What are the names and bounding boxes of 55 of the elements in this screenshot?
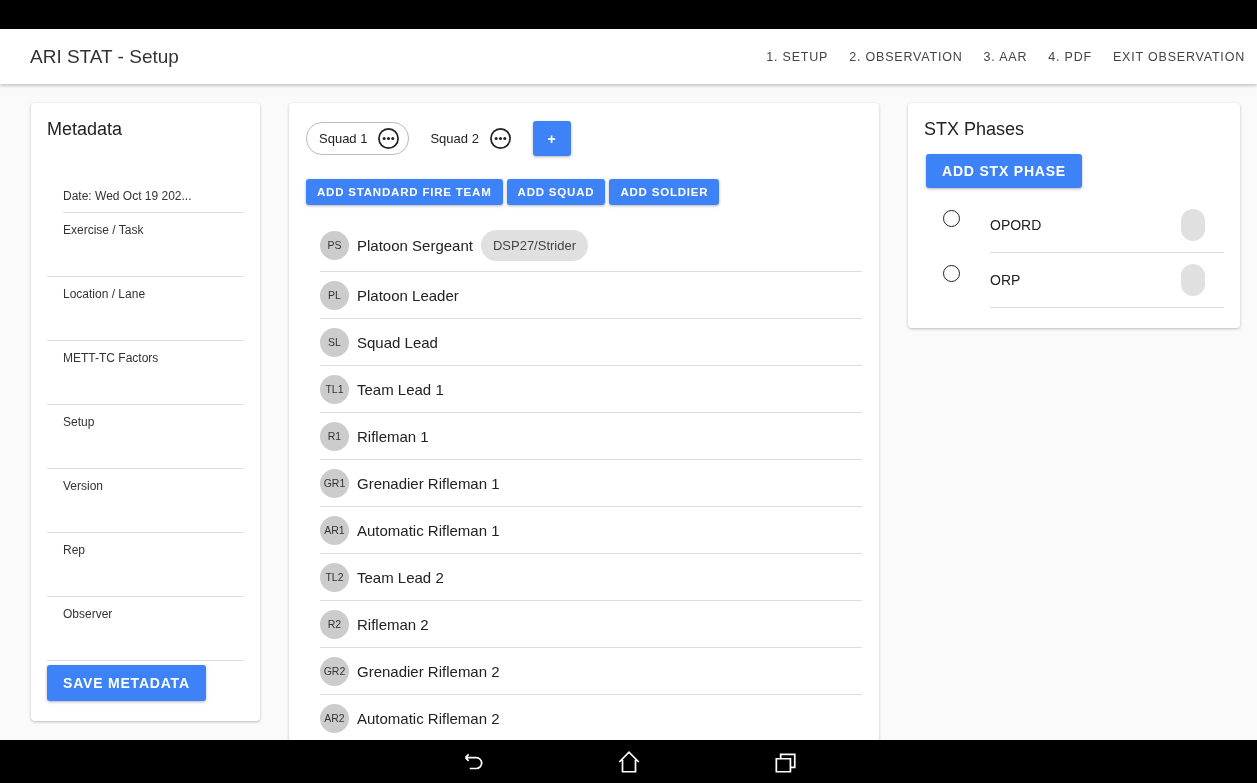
nav-link[interactable]: EXIT OBSERVATION: [1112, 49, 1245, 64]
soldier-name[interactable]: Team Lead 1: [357, 380, 444, 398]
text-field[interactable]: Setup: [47, 405, 244, 429]
nav-link[interactable]: 1. SETUP: [766, 49, 829, 64]
action-button[interactable]: ADD STANDARD FIRE TEAM: [306, 179, 503, 205]
initials-avatar: GR1: [320, 468, 349, 498]
soldier-name[interactable]: Automatic Rifleman 2: [357, 709, 500, 727]
action-button[interactable]: ADD SOLDIER: [609, 179, 720, 205]
tab-label: Squad 1: [319, 131, 368, 146]
nav-link[interactable]: 4. PDF: [1048, 49, 1092, 64]
equipment-chip: DSP27/Strider: [480, 229, 588, 261]
soldier-name[interactable]: Grenadier Rifleman 1: [357, 474, 500, 492]
nav-link[interactable]: 2. OBSERVATION: [849, 49, 963, 64]
text-field[interactable]: Location / Lane: [47, 277, 244, 301]
phase-name: OPORD: [990, 217, 1042, 233]
date-field[interactable]: Date: Wed Oct 19 202...: [63, 188, 244, 203]
soldier-name[interactable]: Team Lead 2: [357, 568, 444, 586]
add-phase-button[interactable]: ADD STX PHASE: [926, 154, 1082, 188]
save-button[interactable]: SAVE METADATA: [47, 665, 206, 701]
initials-avatar: TL1: [320, 374, 349, 404]
initials-avatar: AR2: [320, 703, 349, 733]
text-field[interactable]: Rep: [47, 533, 244, 557]
initials-avatar: AR1: [320, 515, 349, 545]
app-title: ARI STAT - Setup: [30, 45, 179, 68]
soldier-name[interactable]: Rifleman 1: [357, 427, 429, 445]
initials-avatar: R1: [320, 421, 349, 451]
squad-tab[interactable]: Squad 1: [306, 122, 410, 155]
tab-label: Squad 2: [430, 131, 479, 146]
nav-link[interactable]: 3. AAR: [983, 49, 1028, 64]
more-icon[interactable]: [488, 127, 512, 150]
toggle-switch[interactable]: [1181, 264, 1205, 296]
initials-avatar: GR2: [320, 656, 349, 686]
text-field[interactable]: Observer: [47, 597, 244, 621]
action-button[interactable]: ADD SQUAD: [506, 179, 606, 205]
initials-avatar: TL2: [320, 562, 349, 592]
soldier-name[interactable]: Automatic Rifleman 1: [357, 521, 500, 539]
soldier-name[interactable]: Squad Lead: [357, 333, 438, 351]
text-field[interactable]: METT-TC Factors: [47, 341, 244, 365]
text-field[interactable]: Exercise / Task: [47, 213, 244, 237]
more-icon[interactable]: [377, 127, 401, 150]
initials-avatar: SL: [320, 327, 349, 357]
soldier-name[interactable]: Platoon Leader: [357, 286, 459, 304]
initials-avatar: PS: [320, 230, 349, 260]
card-title: STX Phases: [924, 119, 1026, 140]
squad-tab[interactable]: Squad 2: [417, 122, 521, 155]
initials-avatar: PL: [320, 280, 349, 310]
toggle-switch[interactable]: [1181, 209, 1205, 241]
phase-name: ORP: [990, 272, 1021, 288]
soldier-name[interactable]: Rifleman 2: [357, 615, 429, 633]
soldier-name[interactable]: Platoon Sergeant: [357, 236, 473, 254]
text-field[interactable]: Version: [47, 469, 244, 493]
add-squad-tab-button[interactable]: +: [532, 121, 571, 156]
soldier-name[interactable]: Grenadier Rifleman 2: [357, 662, 500, 680]
card-title: Metadata: [47, 119, 124, 140]
initials-avatar: R2: [320, 609, 349, 639]
